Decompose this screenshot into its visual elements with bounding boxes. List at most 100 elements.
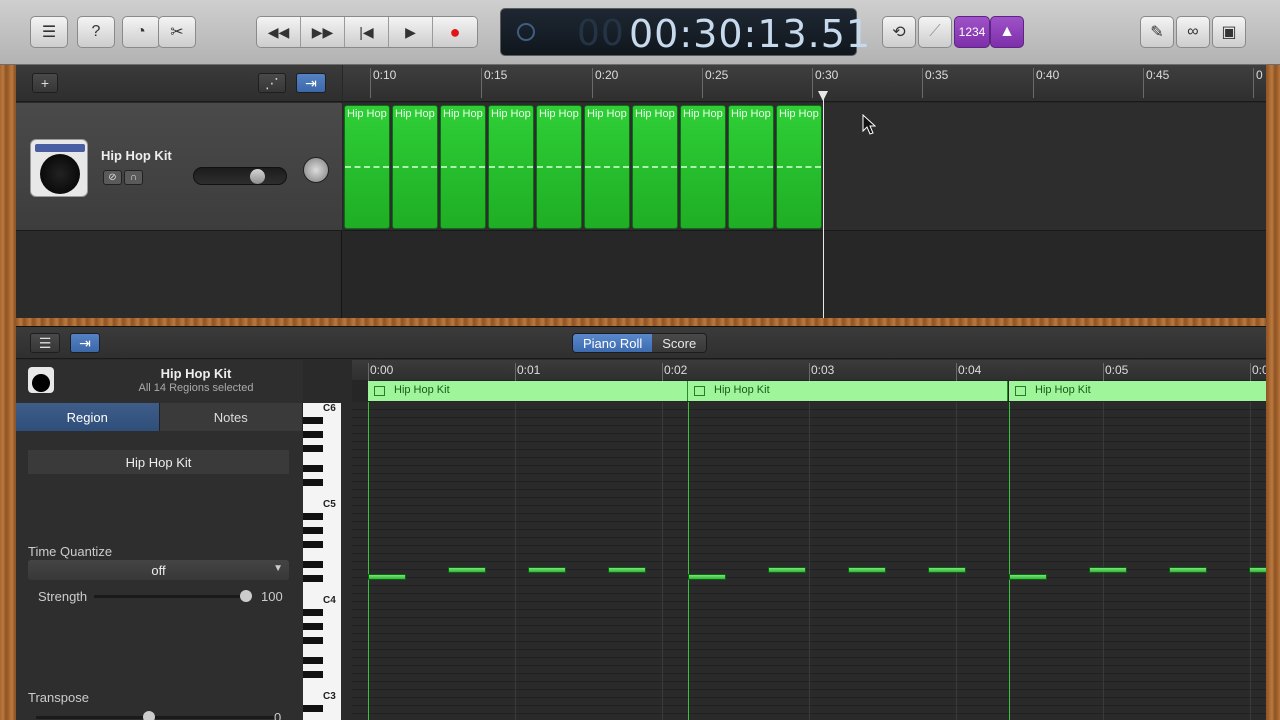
editor-catch-button[interactable]: ⇥: [70, 333, 100, 353]
midi-region[interactable]: Hip Hop: [536, 105, 582, 229]
midi-note[interactable]: [688, 574, 726, 580]
strength-slider[interactable]: [94, 595, 244, 598]
help-button[interactable]: ?: [77, 16, 115, 48]
track-lane[interactable]: Hip Hop Hip Hop Hip Hop Hip Hop Hip Hop Hip H…: [343, 103, 1266, 231]
cycle-button[interactable]: ⟲: [882, 16, 916, 48]
midi-note[interactable]: [1089, 567, 1127, 573]
time-quantize-popup[interactable]: off ▼: [28, 560, 289, 580]
piano-roll[interactable]: 0:00 0:01 0:02 0:03 0:04 0:05 0:06 Hip Hop Kit…: [352, 360, 1266, 720]
fast-forward-button[interactable]: ▶▶: [301, 17, 345, 47]
tab-score[interactable]: Score: [652, 334, 707, 352]
transpose-slider[interactable]: [36, 716, 276, 719]
apple-loops-button[interactable]: ∞: [1176, 16, 1210, 48]
black-key[interactable]: [303, 575, 323, 582]
black-key[interactable]: [303, 431, 323, 438]
midi-note[interactable]: [448, 567, 486, 573]
notepad-button[interactable]: ✎: [1140, 16, 1174, 48]
lcd-display[interactable]: 00 00:30:13.51: [500, 8, 870, 56]
midi-note[interactable]: [528, 567, 566, 573]
black-key[interactable]: [303, 479, 323, 486]
piano-roll-ruler[interactable]: 0:00 0:01 0:02 0:03 0:04 0:05 0:06: [352, 360, 1266, 381]
black-key[interactable]: [303, 561, 323, 568]
tuner-button[interactable]: ⟋: [918, 16, 952, 48]
smart-controls-button[interactable]: ◔: [122, 16, 160, 48]
midi-region[interactable]: Hip Hop: [728, 105, 774, 229]
rewind-button[interactable]: ◀◀: [257, 17, 301, 47]
region-dash-line: [537, 166, 581, 168]
black-key[interactable]: [303, 445, 323, 452]
help-icon: ?: [91, 23, 101, 40]
black-key[interactable]: [303, 541, 323, 548]
grid-line: [1250, 402, 1251, 720]
go-to-beginning-button[interactable]: |◀: [345, 17, 389, 47]
region-play-icon: [374, 386, 385, 396]
catch-icon: ⇥: [79, 334, 91, 351]
black-key[interactable]: [303, 657, 323, 664]
midi-region[interactable]: Hip Hop: [392, 105, 438, 229]
midi-note[interactable]: [768, 567, 806, 573]
editor-pane: ☰ ⇥ Piano Roll Score Hip Hop Kit All 14 …: [16, 326, 1266, 720]
count-in-button[interactable]: 1234: [954, 16, 990, 48]
mute-button[interactable]: ⊘: [103, 170, 122, 185]
midi-note[interactable]: [848, 567, 886, 573]
black-key[interactable]: [303, 417, 323, 424]
pan-knob[interactable]: [303, 157, 329, 183]
strength-knob[interactable]: [240, 590, 252, 602]
piano-roll-region[interactable]: Hip Hop Kit: [1009, 381, 1266, 401]
key-label: C6: [323, 403, 336, 414]
midi-note[interactable]: [1009, 574, 1047, 580]
midi-region[interactable]: Hip Hop: [776, 105, 822, 229]
black-key[interactable]: [303, 527, 323, 534]
black-key[interactable]: [303, 513, 323, 520]
editor-list-button[interactable]: ☰: [30, 333, 60, 353]
transport-controls: ◀◀ ▶▶ |◀ ▶ ●: [256, 16, 478, 48]
timeline-ruler[interactable]: 0:10 0:15 0:20 0:25 0:30 0:35 0:40 0:45 0: [343, 65, 1266, 102]
record-button[interactable]: ●: [433, 17, 477, 47]
volume-slider[interactable]: [193, 167, 287, 185]
midi-region[interactable]: Hip Hop: [440, 105, 486, 229]
black-key[interactable]: [303, 671, 323, 678]
midi-note[interactable]: [368, 574, 406, 580]
headphones-button[interactable]: ∩: [124, 170, 143, 185]
automation-button[interactable]: ⋰: [258, 73, 286, 93]
midi-region[interactable]: Hip Hop: [584, 105, 630, 229]
playhead[interactable]: [823, 93, 824, 318]
black-key[interactable]: [303, 609, 323, 616]
midi-note[interactable]: [1169, 567, 1207, 573]
metronome-button[interactable]: ▲: [990, 16, 1024, 48]
black-key[interactable]: [303, 465, 323, 472]
piano-roll-region[interactable]: Hip Hop Kit: [688, 381, 1008, 401]
library-button[interactable]: ☰: [30, 16, 68, 48]
editor-mode-tabs: Piano Roll Score: [572, 333, 708, 353]
tab-piano-roll[interactable]: Piano Roll: [573, 334, 653, 352]
midi-region[interactable]: Hip Hop: [632, 105, 678, 229]
media-browser-button[interactable]: ▣: [1212, 16, 1246, 48]
black-key[interactable]: [303, 705, 323, 712]
timeline-tick: 0: [1253, 68, 1263, 98]
piano-roll-region[interactable]: Hip Hop Kit: [368, 381, 688, 401]
transpose-knob[interactable]: [143, 711, 155, 720]
midi-region[interactable]: Hip Hop: [680, 105, 726, 229]
region-boundary: [1009, 402, 1010, 720]
editors-button[interactable]: ✂: [158, 16, 196, 48]
midi-note[interactable]: [608, 567, 646, 573]
ruler-tick: 0:04: [955, 363, 982, 381]
midi-note[interactable]: [928, 567, 966, 573]
track-header-hip-hop-kit[interactable]: Hip Hop Kit ⊘ ∩: [16, 103, 342, 231]
piano-keyboard[interactable]: C6 C5 C4 C3: [303, 403, 341, 720]
midi-note[interactable]: [1249, 567, 1266, 573]
black-key[interactable]: [303, 623, 323, 630]
add-track-button[interactable]: +: [32, 73, 58, 93]
tab-notes[interactable]: Notes: [159, 403, 303, 431]
lcd-ghost-digits: 00: [577, 13, 625, 54]
region-label: Hip Hop Kit: [714, 384, 770, 396]
tab-region[interactable]: Region: [16, 403, 160, 431]
play-button[interactable]: ▶: [389, 17, 433, 47]
grid-line: [662, 402, 663, 720]
catch-button[interactable]: ⇥: [296, 73, 326, 93]
black-key[interactable]: [303, 637, 323, 644]
midi-region[interactable]: Hip Hop: [488, 105, 534, 229]
region-name-field[interactable]: Hip Hop Kit: [28, 450, 289, 474]
volume-knob[interactable]: [250, 169, 265, 184]
midi-region[interactable]: Hip Hop: [344, 105, 390, 229]
